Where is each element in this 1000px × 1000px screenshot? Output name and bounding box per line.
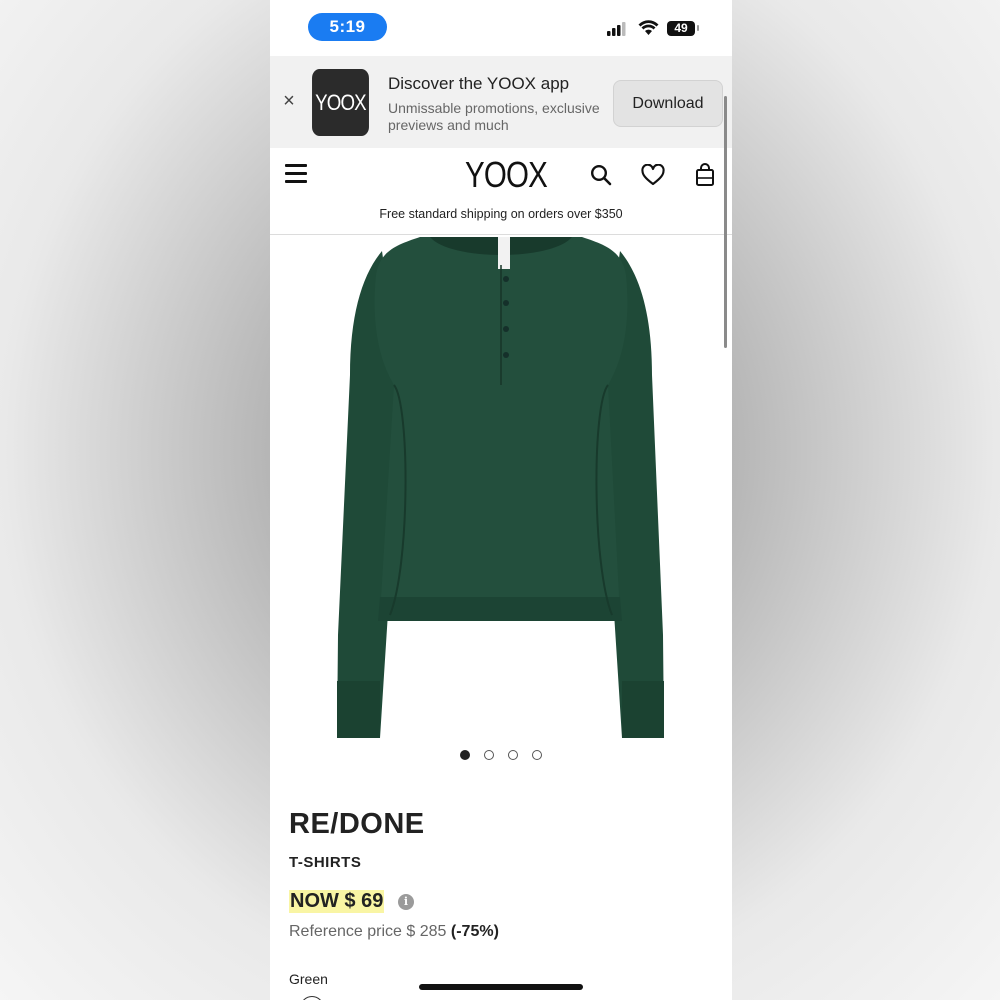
gallery-dot[interactable] bbox=[532, 749, 542, 760]
battery-icon: 49 bbox=[667, 21, 695, 36]
app-download-banner: × YOOX Discover the YOOX app Unmissable … bbox=[270, 56, 732, 148]
color-label: Green bbox=[289, 971, 328, 987]
product-image[interactable] bbox=[270, 235, 732, 745]
gallery-dot[interactable] bbox=[484, 749, 494, 760]
close-icon[interactable]: × bbox=[280, 91, 298, 111]
reference-price-text: Reference price $ 285 bbox=[289, 923, 447, 940]
banner-subtitle: Unmissable promotions, exclusive preview… bbox=[388, 100, 600, 133]
cellular-signal-icon bbox=[607, 22, 626, 36]
download-button[interactable]: Download bbox=[613, 80, 723, 127]
tshirt-illustration bbox=[337, 237, 664, 738]
banner-title: Discover the YOOX app bbox=[388, 74, 570, 93]
scrollbar[interactable] bbox=[724, 96, 727, 348]
home-indicator[interactable] bbox=[419, 984, 583, 990]
product-category: T-SHIRTS bbox=[289, 854, 362, 871]
shopping-bag-icon[interactable] bbox=[695, 163, 715, 187]
wifi-icon bbox=[638, 20, 659, 35]
color-swatch[interactable] bbox=[300, 996, 324, 1000]
info-icon[interactable]: i bbox=[398, 894, 414, 910]
status-time: 5:19 bbox=[308, 13, 387, 41]
yoox-app-icon: YOOX bbox=[312, 69, 369, 136]
gallery-dot[interactable] bbox=[460, 749, 470, 760]
search-icon[interactable] bbox=[590, 164, 612, 186]
site-header: YOOX Free standard shipping on orders ov… bbox=[270, 148, 732, 235]
current-price: NOW $ 69 bbox=[289, 890, 385, 913]
menu-icon[interactable] bbox=[285, 164, 307, 188]
site-logo[interactable]: YOOX bbox=[465, 154, 548, 196]
phone-screen: 5:19 49 × YOOX Discover the YOOX app Unm… bbox=[270, 0, 732, 1000]
reference-price: Reference price $ 285 (-75%) bbox=[289, 923, 499, 941]
gallery-dot[interactable] bbox=[508, 749, 518, 760]
battery-nub bbox=[697, 25, 699, 31]
gallery-dots bbox=[270, 746, 732, 762]
discount-percent: (-75%) bbox=[450, 923, 499, 940]
product-brand[interactable]: RE/DONE bbox=[289, 808, 425, 841]
status-bar: 5:19 49 bbox=[270, 0, 732, 56]
heart-icon[interactable] bbox=[641, 164, 665, 186]
shipping-notice: Free standard shipping on orders over $3… bbox=[379, 207, 623, 221]
